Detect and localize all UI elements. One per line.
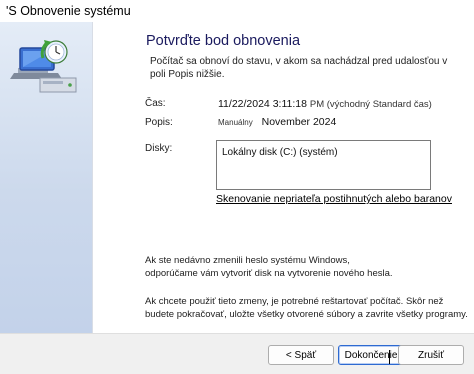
list-item: Lokálny disk (C:) (systém)	[222, 147, 338, 158]
finish-button[interactable]: Dokončenie	[338, 345, 404, 365]
back-button[interactable]: < Späť	[268, 345, 334, 365]
page-description: Počítač sa obnoví do stavu, v akom sa na…	[150, 56, 448, 80]
drives-list[interactable]: Lokálny disk (C:) (systém)	[216, 140, 431, 190]
time-value: 11/22/2024 3:11:18	[218, 98, 307, 110]
button-bar: < Späť Dokončenie Zrušiť	[0, 333, 474, 374]
scan-affected-programs-link[interactable]: Skenovanie nepriateľa postihnutých alebo…	[216, 193, 452, 205]
description-label: Popis:	[145, 117, 173, 128]
side-panel	[0, 22, 93, 333]
description-type: Manuálny	[218, 118, 253, 127]
text-cursor-icon	[389, 350, 390, 364]
time-label: Čas:	[145, 98, 166, 109]
system-restore-window: 'S Obnovenie systému Potvrďte bod obnove…	[0, 0, 474, 374]
main-content: Potvrďte bod obnovenia Počítač sa obnoví…	[93, 22, 474, 333]
window-title: 'S Obnovenie systému	[6, 4, 131, 18]
password-note: Ak ste nedávno zmenili heslo systému Win…	[145, 255, 393, 279]
description-value-row: Manuálny November 2024	[218, 116, 336, 128]
restart-note: Ak chcete použiť tieto zmeny, je potrebn…	[145, 296, 468, 320]
page-title: Potvrďte bod obnovenia	[146, 33, 301, 49]
drives-label: Disky:	[145, 143, 173, 154]
description-value: November 2024	[261, 116, 337, 128]
time-value-row: 11/22/2024 3:11:18 PM (východný Standard…	[218, 98, 432, 110]
system-restore-icon	[10, 40, 77, 93]
time-zone: PM (východný Standard čas)	[309, 99, 432, 110]
title-bar: 'S Obnovenie systému	[0, 0, 474, 22]
cancel-button[interactable]: Zrušiť	[398, 345, 464, 365]
